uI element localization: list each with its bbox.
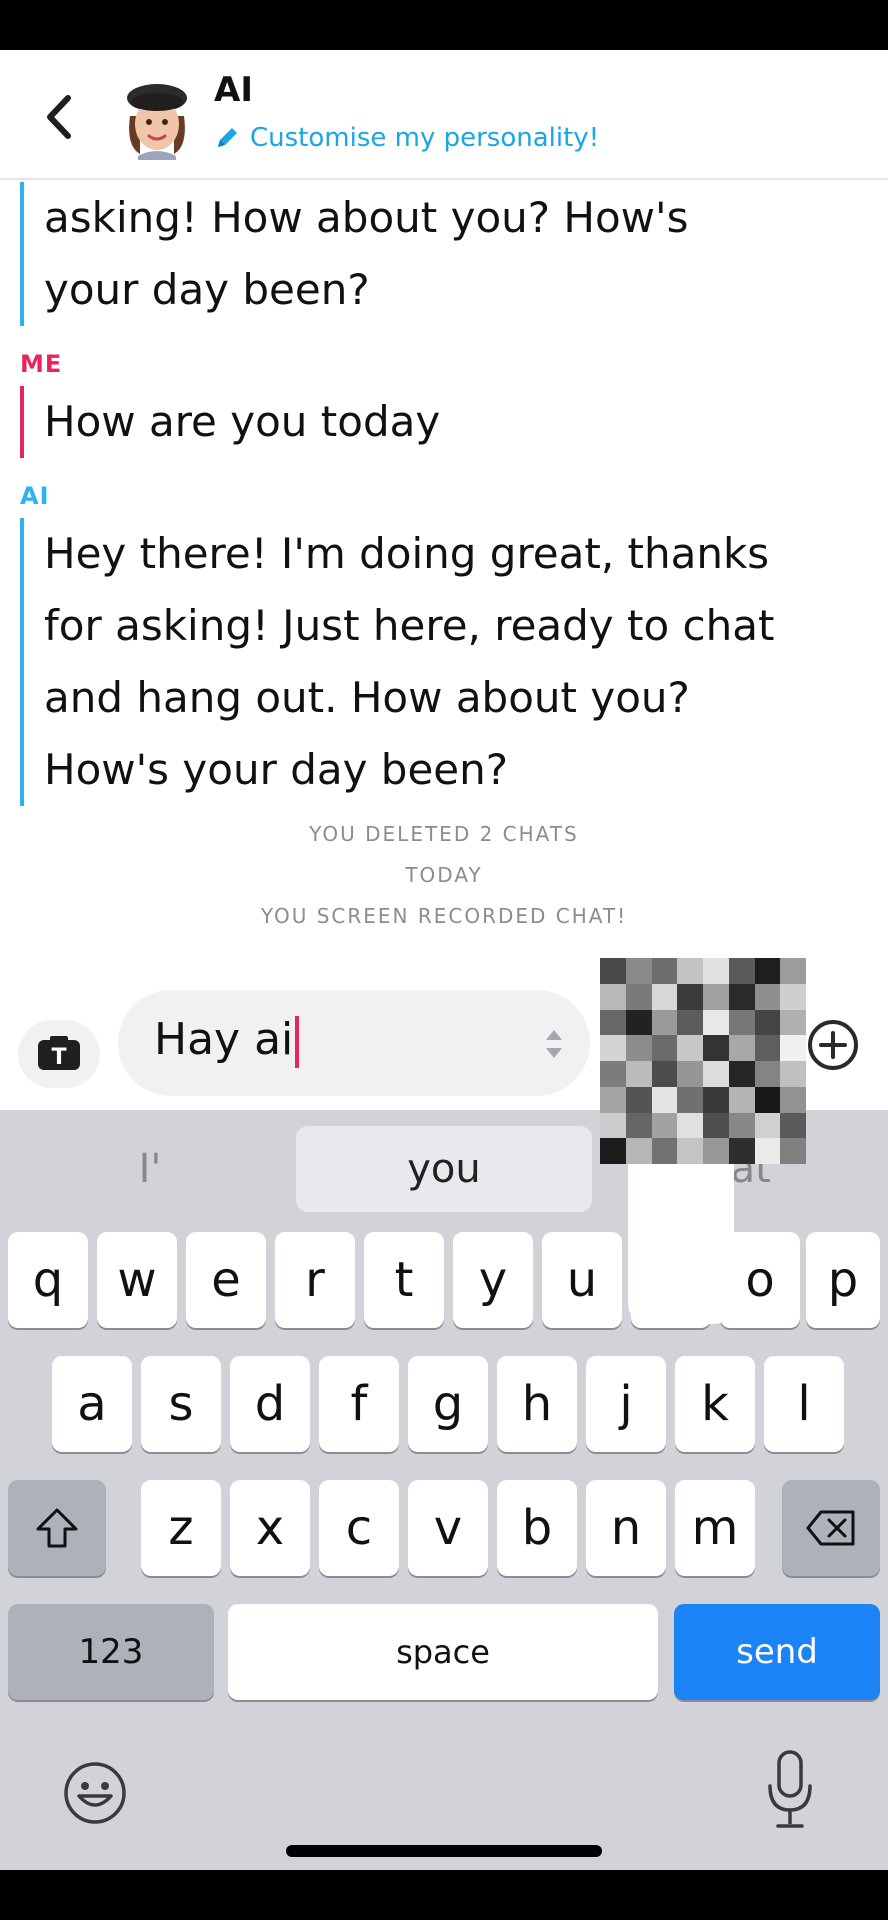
key-k[interactable]: k: [675, 1356, 755, 1452]
emoji-button[interactable]: [62, 1760, 128, 1826]
message-line: asking! How about you? How's: [44, 193, 689, 242]
emoji-smiley-icon: [64, 1762, 126, 1824]
key-u[interactable]: u: [542, 1232, 622, 1328]
key-q[interactable]: q: [8, 1232, 88, 1328]
key-g[interactable]: g: [408, 1356, 488, 1452]
message-line: How's your day been?: [44, 745, 509, 794]
key-a[interactable]: a: [52, 1356, 132, 1452]
key-e[interactable]: e: [186, 1232, 266, 1328]
plus-circle-icon: [808, 1020, 858, 1070]
key-popup: [628, 1164, 734, 1324]
chevron-left-icon: [47, 95, 71, 139]
key-d[interactable]: d: [230, 1356, 310, 1452]
message-input-value: Hay ai: [154, 1014, 294, 1065]
key-x[interactable]: x: [230, 1480, 310, 1576]
shift-arrow-icon: [36, 1508, 78, 1548]
key-l[interactable]: l: [764, 1356, 844, 1452]
key-f[interactable]: f: [319, 1356, 399, 1452]
pencil-icon: [218, 128, 237, 147]
pixelated-mask: [600, 958, 806, 1164]
key-j[interactable]: j: [586, 1356, 666, 1452]
send-key[interactable]: send: [674, 1604, 880, 1700]
add-attachment-button[interactable]: [806, 1018, 860, 1072]
status-bar: [0, 0, 888, 50]
suggestion-left[interactable]: I': [20, 1126, 280, 1212]
key-h[interactable]: h: [497, 1356, 577, 1452]
avatar[interactable]: [118, 76, 196, 160]
backspace-key[interactable]: [782, 1480, 880, 1576]
message-line: your day been?: [44, 265, 370, 314]
key-s[interactable]: s: [141, 1356, 221, 1452]
svg-text:T: T: [51, 1045, 66, 1070]
key-m[interactable]: m: [675, 1480, 755, 1576]
microphone-icon: [768, 1750, 812, 1828]
key-w[interactable]: w: [97, 1232, 177, 1328]
message-line: for asking! Just here, ready to chat: [44, 601, 775, 650]
sender-label-ai: AI: [20, 482, 50, 510]
key-y[interactable]: y: [453, 1232, 533, 1328]
key-b[interactable]: b: [497, 1480, 577, 1576]
text-t-icon: T: [38, 1036, 80, 1070]
sender-label-me: ME: [20, 350, 63, 378]
customise-personality-link[interactable]: Customise my personality!: [214, 120, 599, 156]
message-line: Hey there! I'm doing great, thanks: [44, 529, 770, 578]
message-list: asking! How about you? How's your day be…: [0, 182, 888, 952]
ai-message-partial: asking! How about you? How's your day be…: [20, 182, 688, 326]
text-caret: [295, 1016, 300, 1068]
expand-arrows-icon[interactable]: [544, 1024, 564, 1064]
system-date-separator: TODAY: [405, 863, 483, 887]
customise-label: Customise my personality!: [250, 123, 600, 153]
back-button[interactable]: [38, 92, 82, 142]
home-indicator[interactable]: [286, 1845, 602, 1857]
key-p[interactable]: p: [806, 1232, 880, 1328]
space-key[interactable]: space: [228, 1604, 658, 1700]
message-line: How are you today: [44, 397, 441, 446]
ai-message: Hey there! I'm doing great, thanks for a…: [20, 518, 774, 806]
system-deleted-notice: YOU DELETED 2 CHATS: [309, 822, 579, 846]
key-c[interactable]: c: [319, 1480, 399, 1576]
message-input[interactable]: Hay ai: [118, 990, 590, 1096]
key-t[interactable]: t: [364, 1232, 444, 1328]
bitmoji-avatar-icon: [127, 84, 187, 160]
text-format-button[interactable]: T: [18, 1020, 100, 1088]
key-v[interactable]: v: [408, 1480, 488, 1576]
backspace-icon: [806, 1510, 855, 1546]
key-r[interactable]: r: [275, 1232, 355, 1328]
keyboard-bottom-bar: [0, 1720, 888, 1840]
system-recorded-notice: YOU SCREEN RECORDED CHAT!: [260, 904, 628, 928]
message-line: and hang out. How about you?: [44, 673, 690, 722]
shift-key[interactable]: [8, 1480, 106, 1576]
key-n[interactable]: n: [586, 1480, 666, 1576]
chat-header: AI Customise my personality!: [0, 50, 888, 180]
bottom-edge: [0, 1870, 888, 1920]
suggestion-middle[interactable]: you: [296, 1126, 592, 1212]
chat-title[interactable]: AI: [214, 70, 253, 110]
key-z[interactable]: z: [141, 1480, 221, 1576]
dictation-button[interactable]: [764, 1748, 816, 1832]
me-message: How are you today: [20, 386, 440, 458]
numbers-key[interactable]: 123: [8, 1604, 214, 1700]
